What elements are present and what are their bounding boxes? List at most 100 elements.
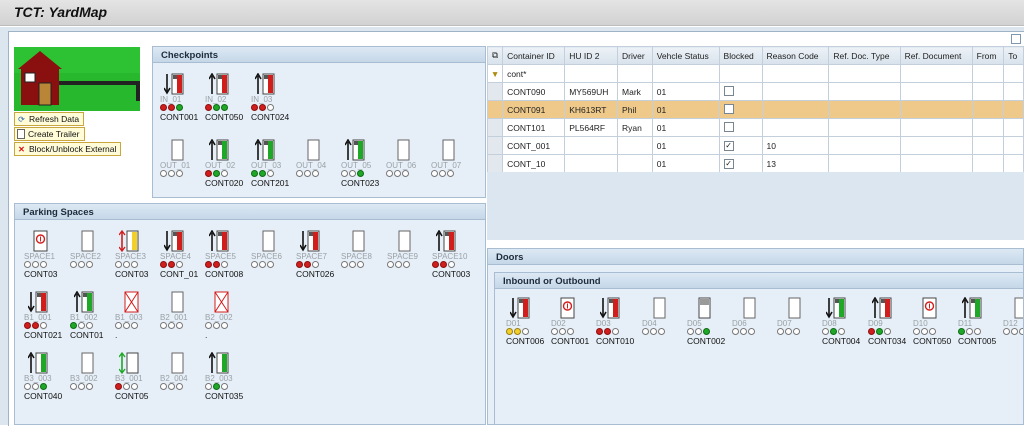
slot-container: CONT024 [251, 112, 290, 122]
yard-slot[interactable]: B2_003 CONT035 [205, 352, 251, 406]
col-header[interactable]: Container ID [502, 46, 566, 65]
blocked-checkbox[interactable] [723, 121, 734, 132]
table-cell [761, 82, 830, 101]
col-header[interactable]: Driver [617, 46, 653, 65]
refresh-data-button[interactable]: ⟳ Refresh Data [14, 112, 85, 126]
blocked-cell[interactable]: ✓ [718, 136, 763, 155]
checkpoints-header: Checkpoints [153, 47, 485, 63]
table-settings-icon[interactable]: ⧉ [486, 46, 504, 65]
blocked-checkbox[interactable] [723, 85, 734, 96]
yard-slot[interactable]: D08 CONT004 [822, 297, 868, 351]
yard-slot[interactable]: B2_004 [160, 352, 206, 406]
yard-slot[interactable]: SPACE3 CONT03 [115, 230, 161, 284]
col-header[interactable]: Ref. Document [899, 46, 973, 65]
yard-slot[interactable]: OUT_06 [386, 139, 432, 193]
table-row[interactable]: CONT_001 01 ✓ 10 [486, 136, 1024, 155]
filter-icon[interactable]: ▼ [486, 64, 504, 83]
blocked-cell[interactable] [718, 82, 763, 101]
status-light-icon [176, 170, 183, 177]
yard-slot[interactable]: OUT_07 [431, 139, 477, 193]
yard-slot[interactable]: SPACE6 [251, 230, 297, 284]
yard-slot[interactable]: SPACE1 CONT03 [24, 230, 70, 284]
yard-slot[interactable]: SPACE8 [341, 230, 387, 284]
yard-slot[interactable]: D07 [777, 297, 823, 351]
yard-slot[interactable]: D05 CONT002 [687, 297, 733, 351]
yard-slot[interactable]: IN_02 CONT050 [205, 73, 251, 127]
yard-slot[interactable]: D12 [1003, 297, 1023, 351]
yard-slot[interactable]: OUT_03 CONT201 [251, 139, 297, 193]
yard-slot[interactable]: D04 [642, 297, 688, 351]
yard-slot[interactable]: D06 [732, 297, 778, 351]
yard-slot[interactable]: B1_001 CONT021 [24, 291, 70, 345]
status-light-icon [402, 170, 409, 177]
row-selector[interactable] [486, 136, 504, 155]
blocked-checkbox[interactable] [723, 103, 734, 114]
block-unblock-button[interactable]: ✕ Block/Unblock External [14, 142, 122, 156]
status-light-icon [205, 261, 212, 268]
yard-slot[interactable]: SPACE9 [387, 230, 433, 284]
filter-cell[interactable] [1003, 64, 1024, 83]
row-selector[interactable] [486, 82, 504, 101]
filter-cell[interactable] [718, 64, 763, 83]
filter-cell[interactable] [828, 64, 901, 83]
yard-slot[interactable]: OUT_05 CONT023 [341, 139, 387, 193]
table-row[interactable]: CONT091 KH613RT Phil 01 [486, 100, 1024, 119]
col-header[interactable]: Blocked [718, 46, 763, 65]
yard-slot[interactable]: B3_003 CONT040 [24, 352, 70, 406]
filter-cell[interactable] [617, 64, 653, 83]
yard-slot[interactable]: OUT_02 CONT020 [205, 139, 251, 193]
filter-cell[interactable] [761, 64, 830, 83]
status-light-icon [793, 328, 800, 335]
blocked-cell[interactable] [718, 100, 763, 119]
row-selector[interactable] [486, 154, 504, 173]
col-header[interactable]: Ref. Doc. Type [828, 46, 901, 65]
yard-slot[interactable]: OUT_04 [296, 139, 342, 193]
table-row[interactable]: CONT_10 01 ✓ 13 [486, 154, 1024, 173]
blocked-cell[interactable] [718, 118, 763, 137]
col-header[interactable]: Reason Code [761, 46, 830, 65]
blocked-checkbox[interactable]: ✓ [723, 159, 734, 169]
table-row[interactable]: CONT101 PL564RF Ryan 01 [486, 118, 1024, 137]
status-light-icon [432, 261, 439, 268]
yard-slot[interactable]: D02 CONT001 [551, 297, 597, 351]
col-header[interactable]: Vehcle Status [651, 46, 720, 65]
yard-slot[interactable]: B1_003. [115, 291, 161, 345]
yard-slot[interactable]: D01 CONT006 [506, 297, 552, 351]
yard-slot[interactable]: D10 CONT050 [913, 297, 959, 351]
create-trailer-button[interactable]: Create Trailer [14, 127, 85, 141]
yard-slot[interactable]: SPACE4 CONT_01 [160, 230, 206, 284]
filter-cell[interactable] [971, 64, 1005, 83]
table-row[interactable]: CONT090 MY569UH Mark 01 [486, 82, 1024, 101]
yard-slot[interactable]: B2_002. [205, 291, 251, 345]
row-selector[interactable] [486, 100, 504, 119]
expand-icon[interactable] [1011, 34, 1021, 44]
col-header[interactable]: From [971, 46, 1005, 65]
yard-slot[interactable]: SPACE5 CONT008 [205, 230, 251, 284]
yard-slot[interactable]: B1_002 CONT01 [70, 291, 116, 345]
yard-slot[interactable]: OUT_01 [160, 139, 206, 193]
filter-cell[interactable] [651, 64, 720, 83]
yard-slot[interactable]: SPACE10 CONT003 [432, 230, 478, 284]
status-light-icon [267, 170, 274, 177]
yard-slot[interactable]: B2_001 [160, 291, 206, 345]
col-header[interactable]: HU ID 2 [564, 46, 619, 65]
yard-slot[interactable]: SPACE7 CONT026 [296, 230, 342, 284]
yard-slot[interactable]: D09 CONT034 [868, 297, 914, 351]
table-cell: CONT_001 [502, 136, 566, 155]
yard-slot[interactable]: IN_01 CONT001 [160, 73, 206, 127]
blocked-checkbox[interactable]: ✓ [723, 141, 734, 151]
yard-slot[interactable]: D03 CONT010 [596, 297, 642, 351]
yard-slot[interactable]: SPACE2 [70, 230, 116, 284]
yard-slot[interactable]: IN_03 CONT024 [251, 73, 297, 127]
yard-slot[interactable]: B3_001 CONT05 [115, 352, 161, 406]
blocked-cell[interactable]: ✓ [718, 154, 763, 173]
slot-container: CONT021 [24, 330, 63, 340]
yard-slot[interactable]: B3_002 [70, 352, 116, 406]
filter-cell[interactable] [564, 64, 619, 83]
col-header[interactable]: To [1003, 46, 1024, 65]
row-selector[interactable] [486, 118, 504, 137]
filter-input[interactable]: cont* [502, 64, 566, 83]
yard-slot[interactable]: D11 CONT005 [958, 297, 1004, 351]
status-light-icon [24, 261, 31, 268]
filter-cell[interactable] [899, 64, 973, 83]
